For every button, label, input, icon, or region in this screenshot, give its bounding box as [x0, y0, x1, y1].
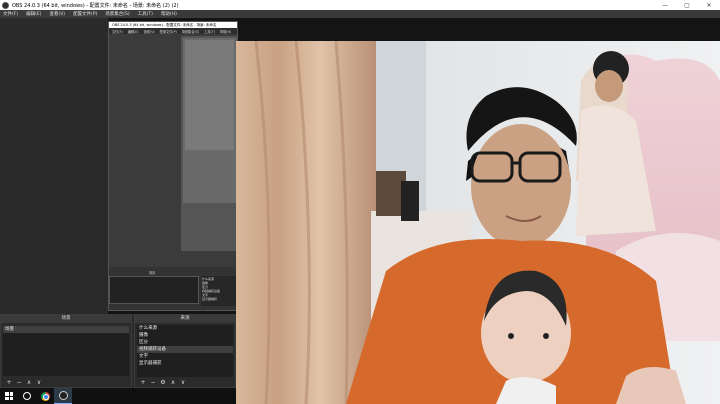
menu-bar: 文件(F) 编辑(E) 查看(V) 配置文件(P) 场景集合(S) 工具(T) … [0, 10, 720, 18]
nested-preview-level-3 [185, 40, 234, 150]
windows-taskbar [0, 388, 236, 404]
scene-item[interactable]: 场景 [3, 326, 129, 333]
nested-scenes-list [109, 276, 199, 304]
nested-menu-bar: 文件(F) 编辑(E) 查看(V) 配置文件(P) 场景集合(S) 工具(T) … [109, 28, 237, 34]
nested-menu-item: 场景集合(S) [181, 29, 200, 34]
maximize-button[interactable]: ▢ [676, 0, 698, 10]
webcam-feed[interactable] [236, 41, 720, 404]
move-source-down-button[interactable]: ∨ [178, 379, 188, 386]
source-item[interactable]: 显示器捕获 [137, 360, 233, 367]
source-item[interactable]: 什么来源 [137, 325, 233, 332]
menu-edit[interactable]: 编辑(E) [26, 11, 41, 17]
source-item[interactable]: 视频捕获设备 [137, 346, 233, 353]
nested-obs-window: OBS 24.0.3 (64 bit, windows) - 配置文件: 未命名… [108, 21, 238, 311]
scenes-dock: 场景 场景 + − ∧ ∨ [0, 314, 132, 388]
nested-source-item: 显示器捕获 [202, 297, 218, 301]
add-source-button[interactable]: + [138, 379, 148, 386]
close-button[interactable]: ✕ [698, 0, 720, 10]
window-controls: — ▢ ✕ [654, 0, 720, 10]
nested-preview-level-2 [183, 38, 236, 203]
source-item[interactable]: 摄像 [137, 332, 233, 339]
menu-view[interactable]: 查看(V) [49, 11, 65, 17]
move-source-up-button[interactable]: ∧ [168, 379, 178, 386]
scenes-list: 场景 [3, 326, 129, 376]
sources-dock-title: 来源 [135, 315, 235, 323]
preview-left-region [0, 18, 108, 314]
source-item[interactable]: 文字 [137, 353, 233, 360]
add-scene-button[interactable]: + [4, 379, 14, 386]
source-item[interactable]: 区分 [137, 339, 233, 346]
menu-profile[interactable]: 配置文件(P) [73, 11, 97, 17]
move-scene-down-button[interactable]: ∨ [34, 379, 44, 386]
source-properties-gear-icon[interactable]: ⚙ [158, 379, 168, 386]
sources-list: 什么来源 摄像 区分 视频捕获设备 文字 显示器捕获 [137, 325, 233, 377]
nested-menu-item: 工具(T) [204, 29, 215, 34]
window-title: OBS 24.0.3 (64 bit, windows) - 配置文件: 未命名… [12, 2, 179, 9]
sources-toolbar: + − ⚙ ∧ ∨ [138, 378, 188, 386]
menu-scene-collection[interactable]: 场景集合(S) [105, 11, 129, 17]
menu-help[interactable]: 帮助(H) [161, 11, 177, 17]
title-bar: OBS 24.0.3 (64 bit, windows) - 配置文件: 未命名… [0, 0, 720, 10]
cortana-icon[interactable] [18, 388, 36, 404]
nested-sources-list: 什么来源 摄像 区分 视频捕获设备 文字 显示器捕获 [201, 276, 237, 306]
obs-icon[interactable] [54, 388, 72, 404]
nested-preview-level-1 [181, 36, 237, 251]
nested-menu-item: 文件(F) [112, 29, 123, 34]
minimize-button[interactable]: — [654, 0, 676, 10]
obs-app-icon [2, 1, 9, 9]
webcam-image [236, 41, 720, 404]
remove-scene-button[interactable]: − [14, 379, 24, 386]
menu-file[interactable]: 文件(F) [3, 11, 18, 17]
scenes-toolbar: + − ∧ ∨ [4, 378, 44, 386]
chrome-icon[interactable] [36, 388, 54, 404]
windows-start-icon[interactable] [0, 388, 18, 404]
nested-menu-item: 查看(V) [143, 29, 155, 34]
move-scene-up-button[interactable]: ∧ [24, 379, 34, 386]
sources-dock: 来源 什么来源 摄像 区分 视频捕获设备 文字 显示器捕获 + − ⚙ ∧ ∨ [134, 314, 236, 388]
nested-menu-item: 帮助(H) [219, 29, 232, 34]
docks-area: 场景 场景 + − ∧ ∨ 来源 什么来源 摄像 区分 视频捕获设备 文字 显示… [0, 314, 236, 388]
menu-tools[interactable]: 工具(T) [138, 11, 153, 17]
remove-source-button[interactable]: − [148, 379, 158, 386]
nested-scenes-label: 场景 [149, 271, 156, 275]
nested-menu-item: 配置文件(P) [159, 29, 177, 34]
scenes-dock-title: 场景 [1, 315, 131, 323]
nested-menu-item: 编辑(E) [127, 29, 139, 34]
